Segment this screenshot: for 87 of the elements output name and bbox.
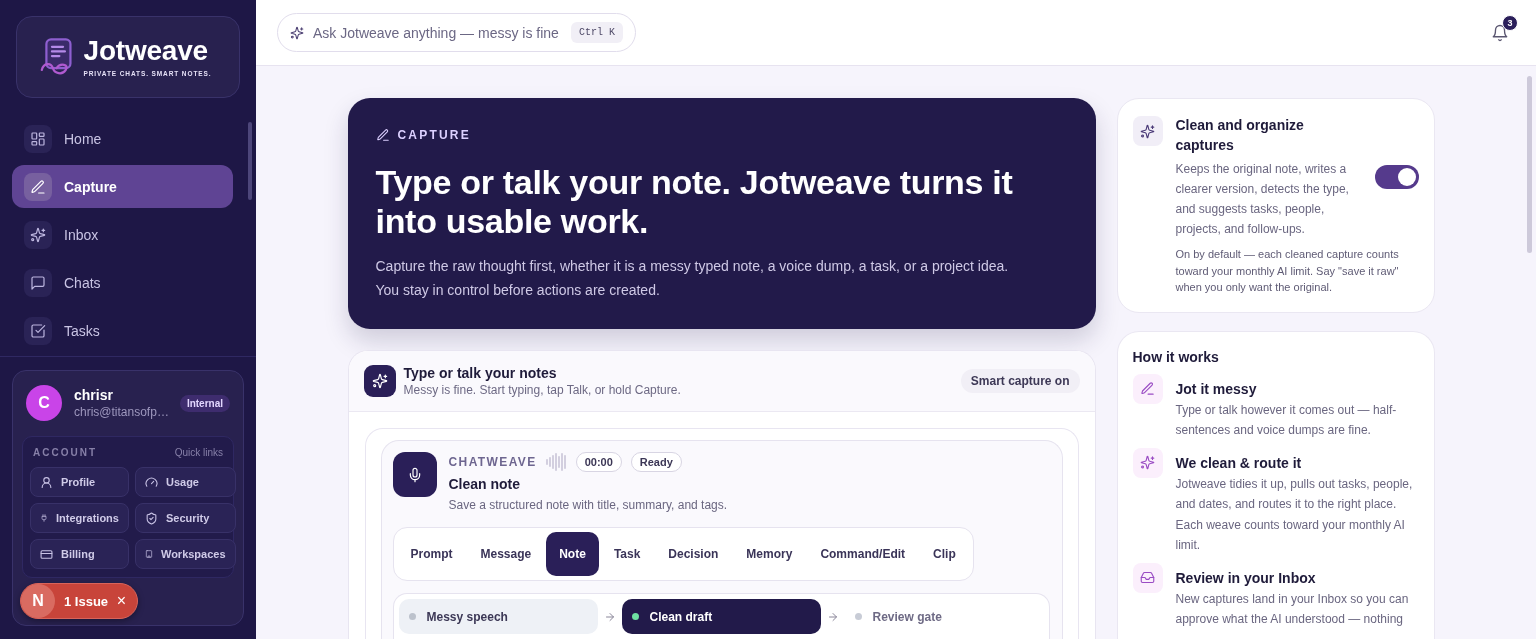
pencil-icon bbox=[24, 172, 52, 201]
step-title: We clean & route it bbox=[1175, 453, 1303, 473]
timer-badge: 00:00 bbox=[575, 452, 622, 472]
mode-tab[interactable]: Message bbox=[467, 532, 545, 576]
inbox-icon bbox=[1132, 562, 1163, 593]
sparkle-icon bbox=[363, 365, 396, 397]
setting-title: Clean and organize captures bbox=[1175, 116, 1305, 155]
card-subtitle: Messy is fine. Start typing, tap Talk, or hold Capture. bbox=[403, 382, 681, 398]
talk-button[interactable] bbox=[392, 452, 437, 497]
step-description: Type or talk however it comes out — half-sentences and voice dumps are fine. bbox=[1175, 401, 1398, 439]
arrow-icon bbox=[826, 610, 839, 623]
sparkle-icon bbox=[24, 220, 52, 249]
mode-tab[interactable]: Command/Edit bbox=[807, 532, 919, 576]
speech-bubble-icon bbox=[24, 268, 52, 297]
card-title: How it works bbox=[1132, 347, 1220, 367]
status-dot-icon bbox=[408, 613, 416, 620]
setting-note: On by default — each cleaned capture counts toward your monthly AI limit. Say "save it raw" when you only want the original. bbox=[1175, 247, 1400, 295]
logo-mark: N bbox=[21, 584, 55, 618]
eyebrow-label: CAPTURE bbox=[397, 128, 471, 142]
step-label: Clean draft bbox=[649, 609, 713, 624]
grid-icon bbox=[24, 124, 52, 153]
step-title: Review in your Inbox bbox=[1175, 568, 1317, 588]
quick-link-button[interactable]: Profile bbox=[30, 467, 129, 497]
user-email: chris@titansofp… bbox=[74, 404, 168, 420]
shield-icon bbox=[144, 511, 158, 525]
sparkle-icon bbox=[1132, 447, 1163, 478]
gauge-icon bbox=[144, 475, 158, 489]
pencil-icon bbox=[375, 128, 390, 142]
nav-item[interactable]: Capture bbox=[12, 165, 233, 208]
quick-link-button[interactable]: Integrations bbox=[30, 503, 129, 533]
role-badge: Internal bbox=[179, 394, 230, 412]
mode-tab[interactable]: Task bbox=[600, 532, 654, 576]
step-description: New captures land in your Inbox so you can approve what the AI understood — nothing bbox=[1175, 590, 1410, 628]
mode-tab[interactable]: Decision bbox=[655, 532, 732, 576]
mode-tab[interactable]: Memory bbox=[733, 532, 806, 576]
building-icon bbox=[144, 550, 153, 558]
shortcut-key: Ctrl K bbox=[570, 22, 623, 43]
toggle-switch[interactable] bbox=[1374, 165, 1419, 189]
section-label: ACCOUNT bbox=[33, 446, 97, 458]
scrollbar-thumb[interactable] bbox=[1527, 76, 1532, 253]
mode-description: Save a structured note with title, summary, and tags. bbox=[448, 497, 728, 514]
step-label: Messy speech bbox=[426, 609, 508, 624]
sparkle-icon bbox=[1132, 116, 1163, 146]
brand-label: CHATWEAVE bbox=[448, 455, 537, 469]
step-title: Jot it messy bbox=[1175, 379, 1258, 399]
issue-indicator[interactable]: N 1 Issue × bbox=[20, 583, 138, 619]
close-button[interactable]: × bbox=[114, 592, 128, 610]
hero-description: You stay in control before actions are created. bbox=[375, 281, 661, 300]
smart-capture-badge: Smart capture on bbox=[960, 369, 1080, 393]
hero-title: Type or talk your note. Jotweave turns it into usable work. bbox=[375, 163, 1014, 241]
scrollbar-thumb[interactable] bbox=[248, 122, 252, 200]
nav-item[interactable]: Home bbox=[12, 117, 233, 160]
mode-tab[interactable]: Prompt bbox=[397, 532, 466, 576]
status-badge: Ready bbox=[630, 452, 682, 472]
brand-wordmark: Jotweave bbox=[83, 36, 208, 66]
checkbox-icon bbox=[24, 316, 52, 345]
step-label: Review gate bbox=[872, 609, 942, 624]
quick-link-button[interactable]: Workspaces bbox=[134, 539, 236, 569]
waveform-icon bbox=[544, 452, 567, 472]
hero-description: Capture the raw thought first, whether it is a messy typed note, a voice dump, a task, or a project idea. bbox=[375, 257, 1010, 276]
user-name: chrisr bbox=[74, 386, 114, 404]
quick-link-button[interactable]: Usage bbox=[134, 467, 236, 497]
section-caption: Quick links bbox=[174, 446, 223, 458]
nav-item[interactable]: Chats bbox=[12, 261, 233, 304]
nav-item[interactable]: Inbox bbox=[12, 213, 233, 256]
quick-link-button[interactable]: Security bbox=[134, 503, 236, 533]
ask-field[interactable]: Ask Jotweave anything — messy is fine Ctrl K bbox=[277, 13, 636, 52]
pencil-icon bbox=[1132, 373, 1163, 404]
step-description: Jotweave tidies it up, pulls out tasks, people, and dates, and routes it to the right place. Each weave counts toward your monthly AI limit. bbox=[1175, 475, 1414, 554]
mode-title: Clean note bbox=[448, 475, 522, 494]
mode-tab[interactable]: Note bbox=[546, 532, 599, 576]
sparkle-icon bbox=[290, 25, 304, 40]
credit-card-icon bbox=[40, 547, 53, 561]
setting-description: Keeps the original note, writes a clearer version, detects the type, and suggests tasks, people, projects, and follow-ups. bbox=[1175, 161, 1350, 238]
user-avatar: C bbox=[26, 385, 62, 421]
quick-link-button[interactable]: Billing bbox=[30, 539, 129, 569]
nav-item[interactable]: Tasks bbox=[12, 309, 233, 352]
issue-count-label: 1 Issue bbox=[64, 593, 109, 609]
arrow-icon bbox=[603, 610, 616, 623]
card-title: Type or talk your notes bbox=[403, 364, 558, 382]
notification-count: 3 bbox=[1502, 14, 1518, 31]
status-dot-icon bbox=[631, 613, 639, 620]
mode-tab[interactable]: Clip bbox=[920, 532, 969, 576]
plug-icon bbox=[40, 514, 48, 522]
bell-icon[interactable] bbox=[1491, 23, 1509, 42]
status-dot-icon bbox=[854, 613, 862, 620]
person-icon bbox=[40, 475, 53, 489]
